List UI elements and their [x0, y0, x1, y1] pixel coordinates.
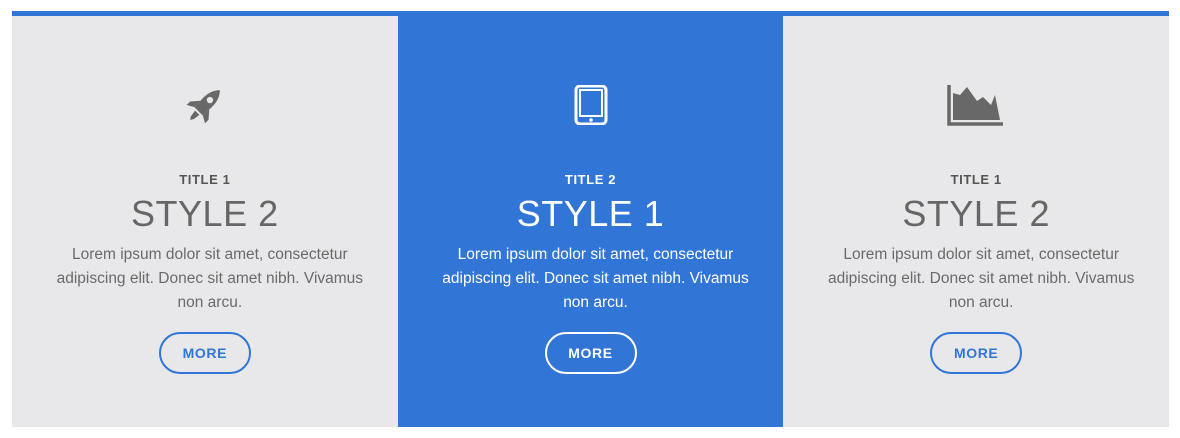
- card-description: Lorem ipsum dolor sit amet, consectetur …: [442, 246, 749, 311]
- card-kicker: TITLE 1: [179, 172, 231, 187]
- tablet-icon: [561, 82, 621, 128]
- feature-cards: TITLE 1 STYLE 2 Lorem ipsum dolor sit am…: [12, 16, 1170, 427]
- card-description: Lorem ipsum dolor sit amet, consectetur …: [56, 246, 364, 311]
- feature-card-2: TITLE 2 STYLE 1 Lorem ipsum dolor sit am…: [397, 16, 784, 427]
- more-button[interactable]: MORE: [544, 332, 637, 374]
- feature-section: TITLE 1 STYLE 2 Lorem ipsum dolor sit am…: [12, 11, 1170, 427]
- rocket-icon: [175, 82, 235, 128]
- card-heading: STYLE 2: [902, 193, 1050, 234]
- feature-card-1: TITLE 1 STYLE 2 Lorem ipsum dolor sit am…: [12, 16, 398, 427]
- card-heading: STYLE 1: [516, 193, 665, 234]
- more-button[interactable]: MORE: [158, 332, 251, 374]
- card-heading: STYLE 2: [131, 193, 279, 234]
- card-kicker: TITLE 1: [950, 172, 1002, 187]
- card-kicker: TITLE 2: [564, 172, 617, 187]
- feature-card-3: TITLE 1 STYLE 2 Lorem ipsum dolor sit am…: [783, 16, 1170, 427]
- card-description: Lorem ipsum dolor sit amet, consectetur …: [827, 246, 1135, 311]
- more-button[interactable]: MORE: [930, 332, 1023, 374]
- area-chart-icon: [946, 82, 1006, 128]
